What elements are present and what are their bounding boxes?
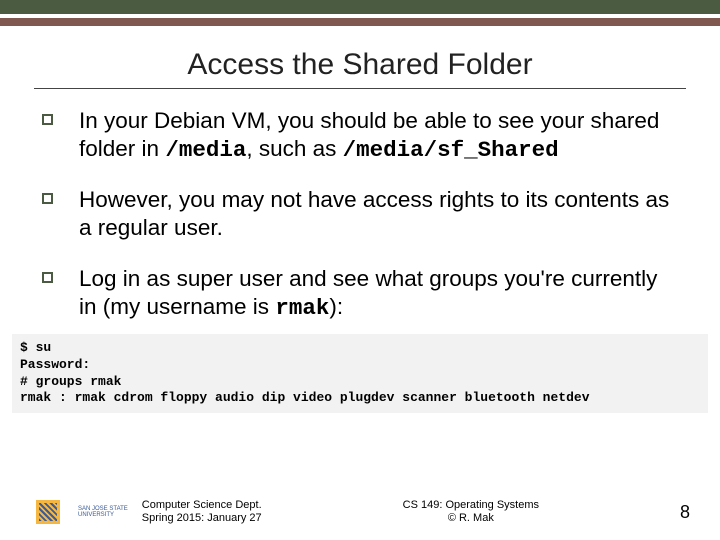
bullet-marker-icon — [42, 114, 53, 125]
bullet-text: In your Debian VM, you should be able to… — [79, 107, 678, 164]
university-name: SAN JOSE STATE UNIVERSITY — [78, 506, 128, 518]
department-info: Computer Science Dept. Spring 2015: Janu… — [142, 499, 262, 527]
decorative-top-bars — [0, 0, 720, 26]
code-path: /media/sf_Shared — [343, 137, 559, 163]
course-info: CS 149: Operating Systems © R. Mak — [262, 499, 680, 527]
code-username: rmak — [275, 295, 329, 321]
terminal-output: $ su Password: # groups rmak rmak : rmak… — [12, 334, 708, 414]
slide-title: Access the Shared Folder — [0, 48, 720, 82]
bullet-text: Log in as super user and see what groups… — [79, 265, 678, 322]
bullet-marker-icon — [42, 272, 53, 283]
university-logo-icon — [36, 500, 60, 524]
bullet-item: In your Debian VM, you should be able to… — [42, 107, 678, 164]
title-underline — [34, 88, 686, 89]
slide-content: In your Debian VM, you should be able to… — [0, 107, 720, 322]
slide-footer: SAN JOSE STATE UNIVERSITY Computer Scien… — [0, 499, 720, 527]
code-path: /media — [165, 137, 246, 163]
bullet-text: However, you may not have access rights … — [79, 186, 678, 242]
bullet-marker-icon — [42, 193, 53, 204]
bullet-item: However, you may not have access rights … — [42, 186, 678, 242]
bullet-item: Log in as super user and see what groups… — [42, 265, 678, 322]
page-number: 8 — [680, 502, 690, 523]
